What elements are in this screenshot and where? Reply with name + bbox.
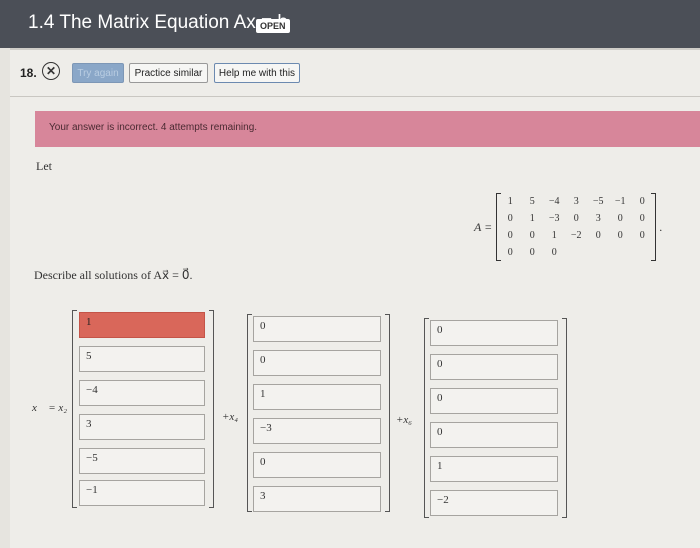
matrix-cell: −5: [592, 196, 604, 207]
matrix-grid: 1 5 −4 3 −5 −1 0 0 1 −3 0 3 0 0 0 0 1 −2 0 0 0 0 0 0: [496, 193, 657, 261]
try-again-button[interactable]: Try again: [72, 63, 124, 83]
matrix-cell: 3: [573, 196, 579, 207]
vector-1-entry-1[interactable]: 1: [79, 312, 205, 338]
vector-1-entry-5[interactable]: −5: [79, 448, 205, 474]
matrix-cell: 0: [507, 230, 513, 241]
left-bracket: [72, 310, 77, 508]
matrix-cell: 0: [639, 213, 645, 224]
matrix-cell: 0: [617, 230, 623, 241]
page-title: 1.4 The Matrix Equation Ax = b: [28, 12, 288, 33]
matrix-cell: 1: [529, 213, 535, 224]
alert-text: Your answer is incorrect. 4 attempts rem…: [49, 122, 258, 133]
matrix-period: .: [659, 219, 663, 234]
matrix-cell: 0: [529, 247, 535, 258]
matrix-cell: 5: [529, 196, 535, 207]
matrix-cell: −3: [548, 213, 560, 224]
vector-3-entry-5[interactable]: 1: [430, 456, 558, 482]
matrix-cell: 0: [551, 247, 557, 258]
matrix-a: A = 1 5 −4 3 −5 −1 0 0 1 −3 0 3 0 0 0 0 1 −2 0 0 0 0 0 0 .: [474, 193, 662, 261]
right-bracket: [385, 314, 390, 512]
vector-3-entry-2[interactable]: 0: [430, 354, 558, 380]
matrix-cell: −2: [570, 230, 582, 241]
practice-similar-button[interactable]: Practice similar: [129, 63, 208, 83]
vector-2-entry-4[interactable]: −3: [253, 418, 381, 444]
vector-2-entry-2[interactable]: 0: [253, 350, 381, 376]
matrix-cell: 0: [573, 213, 579, 224]
matrix-cell: 0: [595, 230, 601, 241]
matrix-cell: 0: [529, 230, 535, 241]
solution-lhs: x⃗ = x₂: [32, 402, 68, 414]
divider: [10, 48, 700, 50]
left-bracket: [247, 314, 252, 512]
status-badge: OPEN: [256, 19, 290, 33]
question-number: 18.: [20, 66, 37, 80]
vector-2-entry-1[interactable]: 0: [253, 316, 381, 342]
incorrect-alert: Your answer is incorrect. 4 attempts rem…: [35, 111, 700, 147]
matrix-cell: 1: [551, 230, 557, 241]
matrix-cell: −1: [614, 196, 626, 207]
instruction-text: Describe all solutions of Ax⃗ = 0⃗.: [34, 268, 193, 282]
vector-2-entry-6[interactable]: 3: [253, 486, 381, 512]
vector-1-entry-3[interactable]: −4: [79, 380, 205, 406]
vector-1-entry-4[interactable]: 3: [79, 414, 205, 440]
incorrect-icon: ✕: [42, 62, 60, 80]
matrix-cell: 3: [595, 213, 601, 224]
vector-2-entry-3[interactable]: 1: [253, 384, 381, 410]
right-bracket: [562, 318, 567, 518]
matrix-cell: 0: [507, 247, 513, 258]
matrix-cell: −4: [548, 196, 560, 207]
matrix-cell: 0: [639, 196, 645, 207]
vector-3-entry-6[interactable]: −2: [430, 490, 558, 516]
matrix-cell: 0: [617, 213, 623, 224]
matrix-label: A =: [474, 219, 493, 234]
vector-1-entry-6[interactable]: −1: [79, 480, 205, 506]
let-label: Let: [36, 159, 52, 173]
vector-3-entry-3[interactable]: 0: [430, 388, 558, 414]
app-header: 1.4 The Matrix Equation Ax = b OPEN: [0, 0, 700, 48]
vector-3-entry-1[interactable]: 0: [430, 320, 558, 346]
plus-x4-label: +x₄: [222, 411, 239, 423]
divider: [10, 96, 700, 97]
vector-3-entry-4[interactable]: 0: [430, 422, 558, 448]
vector-2-entry-5[interactable]: 0: [253, 452, 381, 478]
vector-1-entry-2[interactable]: 5: [79, 346, 205, 372]
matrix-cell: 1: [507, 196, 513, 207]
matrix-cell: 0: [507, 213, 513, 224]
matrix-cell: 0: [639, 230, 645, 241]
plus-x6-label: +x₆: [396, 414, 413, 426]
help-me-button[interactable]: Help me with this: [214, 63, 300, 83]
left-bracket: [424, 318, 429, 518]
right-bracket: [209, 310, 214, 508]
